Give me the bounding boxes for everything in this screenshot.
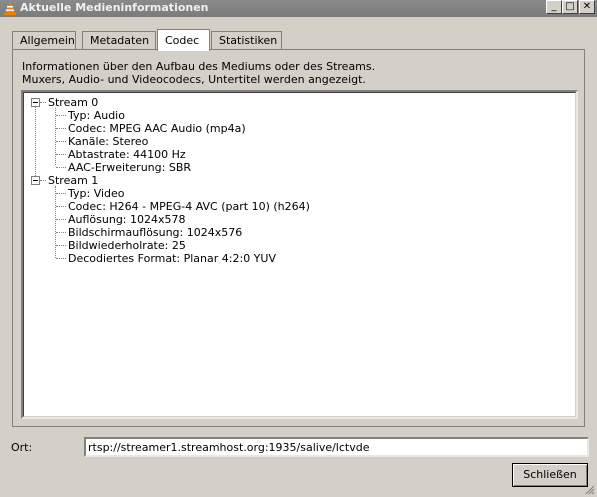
- tree-item-stream-1-codec[interactable]: Codec: H264 - MPEG-4 AVC (part 10) (h264…: [68, 200, 310, 213]
- tree-connector: [55, 186, 56, 258]
- location-field[interactable]: rtsp://streamer1.streamhost.org:1935/sal…: [84, 437, 589, 457]
- close-button[interactable]: Schließen: [512, 463, 588, 487]
- tree-connector: [56, 128, 66, 129]
- resize-grip-icon[interactable]: [585, 485, 595, 495]
- tree-connector: [40, 102, 46, 103]
- tree-connector: [56, 219, 66, 220]
- tree-item-stream-1-display-resolution[interactable]: Bildschirmauflösung: 1024x576: [68, 226, 242, 239]
- tree-connector: [56, 154, 66, 155]
- tab-codec[interactable]: Codec: [157, 29, 210, 51]
- title-bar[interactable]: Aktuelle Medieninformationen _ □ ✕: [0, 0, 597, 17]
- tree-item-stream-0-channels[interactable]: Kanäle: Stereo: [68, 135, 148, 148]
- tree-connector: [56, 115, 66, 116]
- tree-item-stream-0-type[interactable]: Typ: Audio: [68, 109, 125, 122]
- vlc-cone-icon: [4, 2, 16, 15]
- tree-item-stream-1-decoded-format[interactable]: Decodiertes Format: Planar 4:2:0 YUV: [68, 252, 276, 265]
- tree-item-stream-0-samplerate[interactable]: Abtastrate: 44100 Hz: [68, 148, 186, 161]
- window-title: Aktuelle Medieninformationen: [20, 1, 209, 14]
- tab-statistiken[interactable]: Statistiken: [211, 31, 282, 50]
- tree-connector: [55, 108, 56, 165]
- codec-description: Informationen über den Aufbau des Medium…: [22, 60, 562, 86]
- tree-item-stream-1-type[interactable]: Typ: Video: [68, 187, 125, 200]
- tab-allgemein[interactable]: Allgemein: [12, 31, 76, 50]
- tree-connector: [56, 245, 66, 246]
- tree-connector: [56, 167, 66, 168]
- tree-connector: [56, 258, 66, 259]
- tree-connector: [56, 232, 66, 233]
- tree-item-stream-1-framerate[interactable]: Bildwiederholrate: 25: [68, 239, 186, 252]
- tree-frame: Stream 0 Typ: Audio Codec: MPEG AAC Audi…: [23, 92, 576, 417]
- tree-item-stream-1-resolution[interactable]: Auflösung: 1024x578: [68, 213, 186, 226]
- tree-item-stream-0-codec[interactable]: Codec: MPEG AAC Audio (mp4a): [68, 122, 246, 135]
- collapse-stream-1-icon[interactable]: [31, 176, 40, 185]
- description-line-1: Informationen über den Aufbau des Medium…: [22, 60, 376, 73]
- location-label: Ort:: [11, 441, 33, 454]
- maximize-button[interactable]: □: [562, 0, 578, 14]
- codec-tree[interactable]: Stream 0 Typ: Audio Codec: MPEG AAC Audi…: [21, 90, 578, 419]
- tree-connector: [35, 107, 36, 180]
- media-info-window: Aktuelle Medieninformationen _ □ ✕ Allge…: [0, 0, 597, 497]
- minimize-button[interactable]: _: [546, 0, 562, 14]
- collapse-stream-0-icon[interactable]: [31, 98, 40, 107]
- tree-connector: [40, 180, 46, 181]
- tree-connector: [56, 206, 66, 207]
- description-line-2: Muxers, Audio- und Videocodecs, Untertit…: [22, 73, 366, 86]
- tree-connector: [56, 193, 66, 194]
- tree-connector: [56, 141, 66, 142]
- tab-metadaten[interactable]: Metadaten: [82, 31, 156, 50]
- close-window-button[interactable]: ✕: [579, 0, 595, 14]
- tree-item-stream-0-aac-extension[interactable]: AAC-Erweiterung: SBR: [68, 161, 191, 174]
